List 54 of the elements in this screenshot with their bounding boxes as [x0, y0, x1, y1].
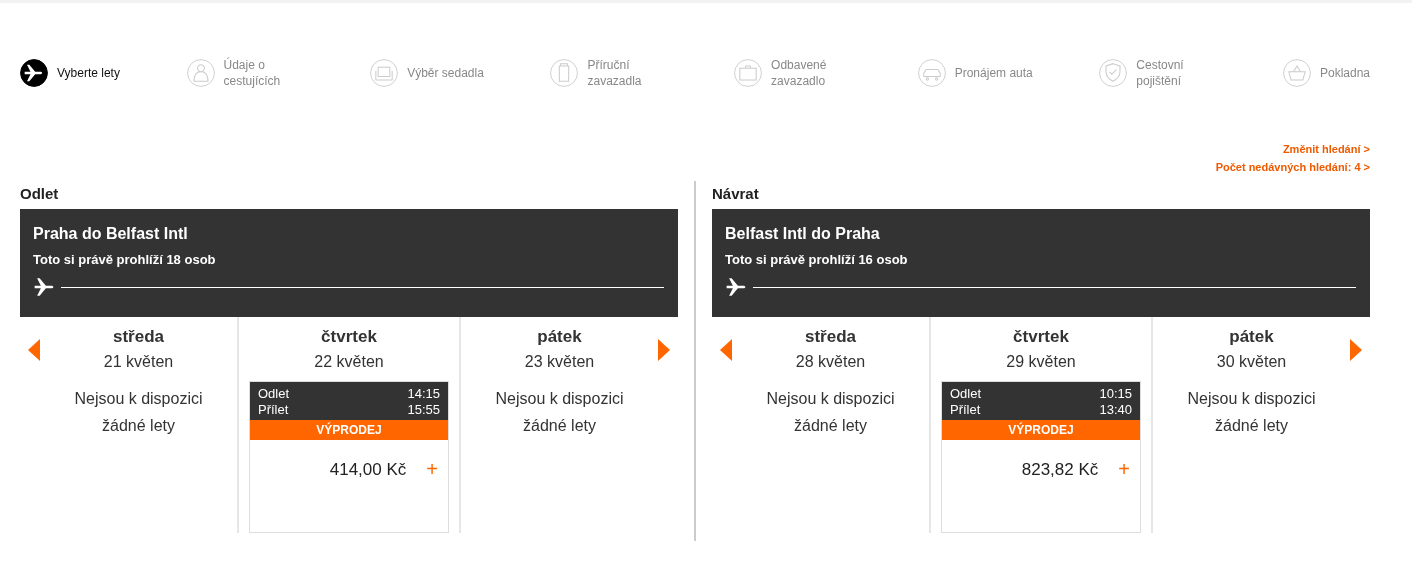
day-date: 21 květen [102, 353, 175, 371]
price: 823,82 Kč [1021, 459, 1099, 480]
step-label[interactable]: Cestovní pojištění [1136, 57, 1217, 89]
next-arrow[interactable] [1350, 339, 1362, 361]
day-date: 28 květen [794, 353, 867, 371]
day-name: čtvrtek [1012, 327, 1070, 347]
section-heading: Návrat [712, 185, 760, 202]
step-label[interactable]: Pokladna [1319, 65, 1370, 81]
step-label[interactable]: Odbavené zavazadlo [771, 57, 852, 89]
next-arrow[interactable] [658, 339, 670, 361]
viewers-text: Toto si právě prohlíží 18 osob [33, 252, 217, 267]
previous-arrow[interactable] [28, 339, 40, 361]
depart-time: 10:15 [1099, 386, 1132, 402]
add-button[interactable]: + [1118, 458, 1130, 481]
flight-card[interactable]: Odlet 10:15 Přílet 13:40 VÝPRODEJ 823,82 Kč + [941, 381, 1141, 533]
arrive-time: 13:40 [1099, 402, 1132, 418]
day-date: 23 květen [523, 353, 596, 371]
search-link[interactable]: Změnit hledání > [1282, 143, 1370, 155]
plane-icon [725, 277, 747, 297]
depart-label: Odlet [258, 386, 290, 402]
section-heading: Odlet [20, 185, 60, 202]
sale-banner: VÝPRODEJ [942, 420, 1140, 440]
plane-icon [33, 277, 55, 297]
depart-label: Odlet [950, 386, 982, 402]
no-flights-text: Nejsou k dispozici žádné lety [494, 389, 625, 436]
step-label[interactable]: Pronájem auta [954, 65, 1033, 81]
route-title: Praha do Belfast Intl [33, 225, 189, 243]
add-button[interactable]: + [426, 458, 438, 481]
arrive-label: Přílet [950, 402, 981, 418]
day-name: pátek [1228, 327, 1275, 347]
route-title: Belfast Intl do Praha [725, 225, 881, 243]
price: 414,00 Kč [329, 459, 407, 480]
day-date: 29 květen [1005, 353, 1077, 371]
day-name: čtvrtek [320, 327, 378, 347]
no-flights-text: Nejsou k dispozici žádné lety [765, 389, 896, 436]
arrive-label: Přílet [258, 402, 289, 418]
viewers-text: Toto si právě prohlíží 16 osob [725, 252, 909, 267]
sale-banner: VÝPRODEJ [250, 420, 448, 440]
step-label[interactable]: Vyberte lety [57, 65, 120, 81]
no-flights-text: Nejsou k dispozici žádné lety [1186, 389, 1317, 436]
day-date: 30 květen [1215, 353, 1288, 371]
step-label[interactable]: Údaje o cestujících [223, 57, 304, 89]
search-link[interactable]: Počet nedávných hledání: 4 > [1215, 161, 1370, 173]
day-name: středa [112, 327, 165, 347]
day-name: pátek [536, 327, 583, 347]
flight-card[interactable]: Odlet 14:15 Přílet 15:55 VÝPRODEJ 414,00 Kč + [249, 381, 449, 533]
step-label[interactable]: Příruční zavazadla [587, 57, 668, 89]
arrive-time: 15:55 [407, 402, 440, 418]
no-flights-text: Nejsou k dispozici žádné lety [73, 389, 204, 436]
step-label[interactable]: Výběr sedadla [407, 65, 484, 81]
previous-arrow[interactable] [720, 339, 732, 361]
depart-time: 14:15 [407, 386, 440, 402]
day-date: 22 květen [313, 353, 385, 371]
day-name: středa [804, 327, 857, 347]
